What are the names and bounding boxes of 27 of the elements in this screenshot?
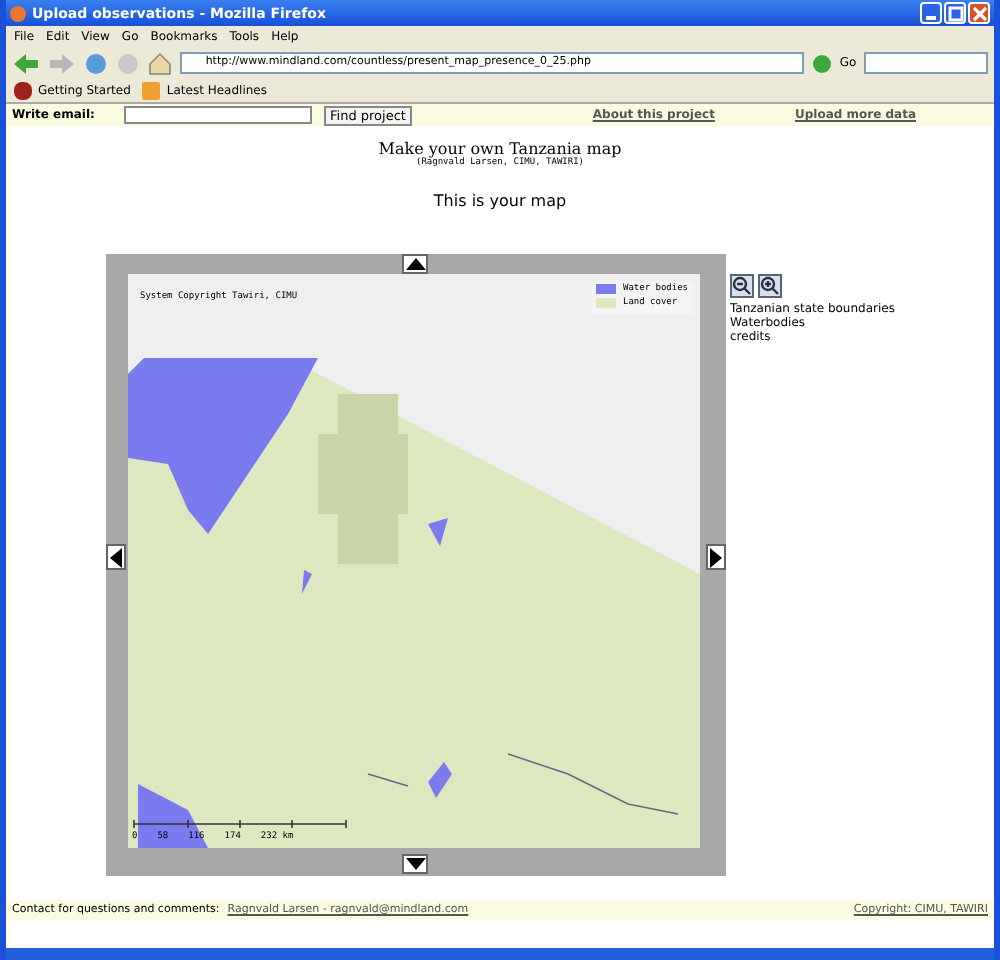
- browser-icon: [10, 5, 26, 21]
- pan-down-button[interactable]: [402, 854, 428, 874]
- map-caption: This is your map: [431, 192, 569, 210]
- down-arrow-icon: [405, 858, 425, 870]
- page-title: Make your own Tanzania map: [376, 140, 624, 158]
- pan-right-button[interactable]: [706, 544, 726, 570]
- zoom-in-icon: [760, 276, 780, 296]
- maximize-icon: [947, 5, 963, 21]
- minimize-icon: [926, 16, 936, 20]
- back-icon[interactable]: [12, 51, 40, 75]
- close-button[interactable]: [968, 2, 990, 24]
- zoom-in-button[interactable]: [758, 274, 782, 298]
- up-arrow-icon: [405, 258, 425, 270]
- email-field[interactable]: [124, 106, 312, 124]
- go-icon[interactable]: [811, 53, 832, 73]
- zoom-out-button[interactable]: [730, 274, 754, 298]
- search-field[interactable]: [864, 52, 988, 74]
- maximize-button[interactable]: [944, 2, 966, 24]
- pan-left-button[interactable]: [106, 544, 126, 570]
- minimize-button[interactable]: [920, 2, 942, 24]
- bookmark-icon: [14, 81, 32, 99]
- pan-up-button[interactable]: [402, 254, 428, 274]
- feed-icon: [142, 81, 161, 99]
- zoom-out-icon: [732, 276, 752, 296]
- close-icon: [971, 5, 987, 21]
- right-arrow-icon: [710, 547, 722, 567]
- left-arrow-icon: [110, 547, 122, 567]
